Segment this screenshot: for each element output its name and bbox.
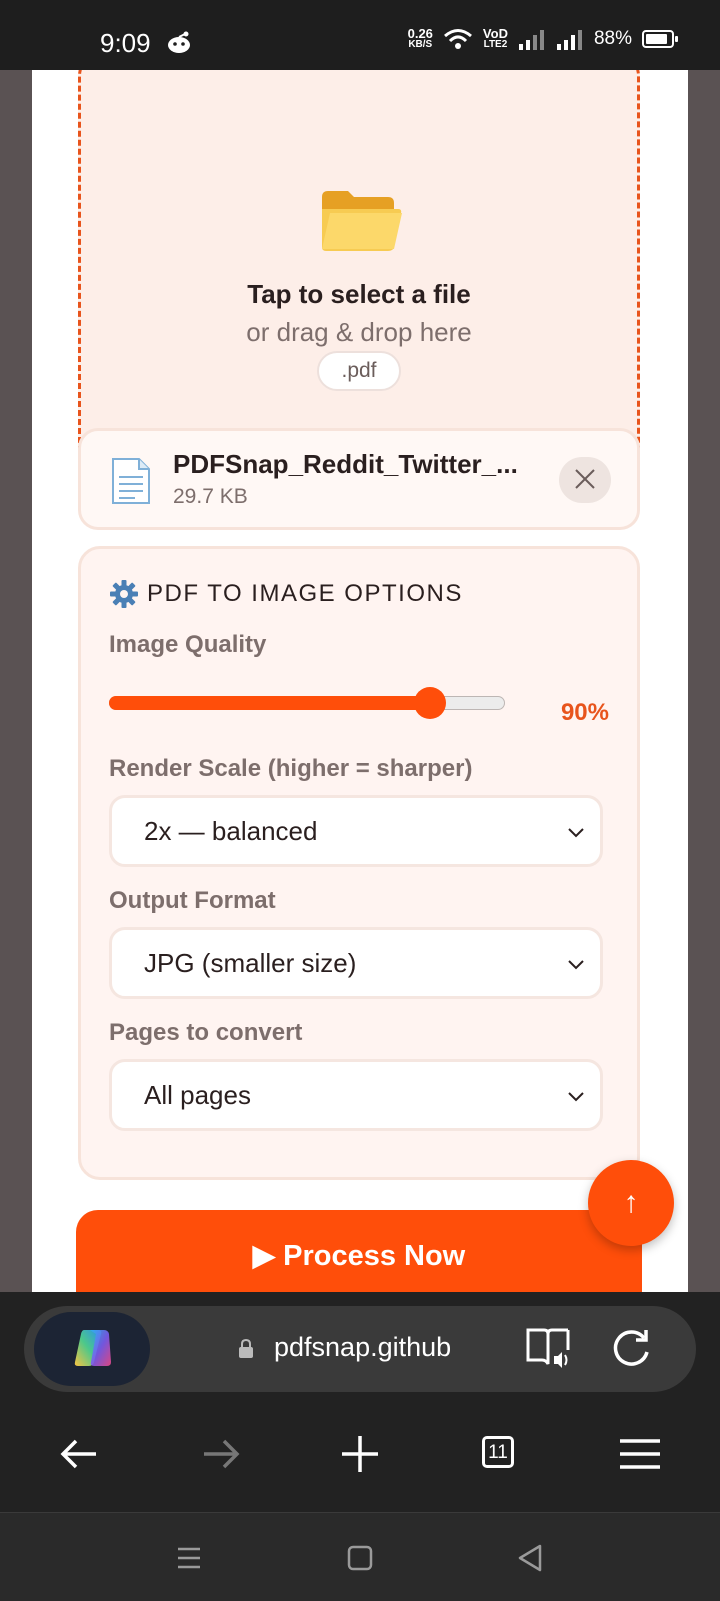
copilot-button[interactable] xyxy=(34,1312,150,1386)
signal-icon-1 xyxy=(518,30,544,50)
triangle-back-icon xyxy=(518,1544,542,1572)
battery-icon xyxy=(642,30,678,48)
home-button[interactable] xyxy=(343,1541,377,1575)
chevron-down-icon xyxy=(568,828,584,838)
refresh-button[interactable] xyxy=(608,1326,654,1372)
image-quality-value: 90% xyxy=(560,699,609,726)
render-scale-label: Render Scale (higher = sharper) xyxy=(109,755,473,782)
output-format-label: Output Format xyxy=(109,887,276,914)
process-now-label: ▶ Process Now xyxy=(252,1240,466,1272)
file-size: 29.7 KB xyxy=(173,485,248,508)
close-icon xyxy=(575,468,595,489)
new-tab-button[interactable] xyxy=(330,1426,390,1482)
hamburger-menu-icon xyxy=(620,1439,660,1469)
web-page: Tap to select a file or drag & drop here… xyxy=(32,70,688,1292)
address-bar[interactable]: pdfsnap.github xyxy=(24,1306,696,1392)
selected-file-card: PDFSnap_Reddit_Twitter_... 29.7 KB xyxy=(78,428,640,530)
plus-icon xyxy=(342,1436,378,1472)
image-quality-slider[interactable] xyxy=(109,687,505,719)
wifi-icon xyxy=(443,29,472,49)
file-dropzone[interactable]: Tap to select a file or drag & drop here… xyxy=(78,70,640,478)
read-aloud-button[interactable] xyxy=(524,1326,572,1372)
output-format-select[interactable]: JPG (smaller size) xyxy=(109,927,603,999)
battery-percent: 88% xyxy=(593,28,632,49)
process-now-button[interactable]: ▶ Process Now xyxy=(76,1210,642,1292)
chevron-down-icon xyxy=(568,960,584,970)
status-bar: 9:09 0.26 KB/S VoD LTE2 88% xyxy=(0,0,720,70)
options-card: PDF TO IMAGE OPTIONS Image Quality 90% R… xyxy=(78,546,640,1180)
recent-apps-icon xyxy=(178,1547,200,1569)
gear-icon xyxy=(110,580,138,608)
pages-select[interactable]: All pages xyxy=(109,1059,603,1131)
system-back-button[interactable] xyxy=(514,1541,548,1575)
reddit-notification-icon xyxy=(168,31,190,53)
signal-icon-2 xyxy=(556,30,582,50)
folder-icon xyxy=(322,191,402,251)
home-icon xyxy=(347,1545,373,1571)
refresh-icon xyxy=(613,1330,649,1366)
forward-button[interactable] xyxy=(190,1426,250,1482)
browser-nav-row: 11 xyxy=(0,1404,720,1504)
remove-file-button[interactable] xyxy=(559,457,611,503)
recent-apps-button[interactable] xyxy=(172,1541,206,1575)
read-aloud-icon xyxy=(526,1328,570,1368)
forward-arrow-icon xyxy=(204,1439,240,1469)
status-time: 9:09 xyxy=(100,28,151,58)
accepted-type-badge: .pdf xyxy=(317,351,401,391)
dropzone-subtitle: or drag & drop here xyxy=(246,317,472,347)
scroll-to-top-button[interactable]: ↑ xyxy=(588,1160,674,1246)
pages-value: All pages xyxy=(144,1080,251,1110)
status-indicators: 0.26 KB/S VoD LTE2 88% xyxy=(407,26,678,50)
copilot-icon xyxy=(74,1329,111,1366)
pages-label: Pages to convert xyxy=(109,1019,303,1046)
render-scale-select[interactable]: 2x — balanced xyxy=(109,795,603,867)
tabs-button[interactable]: 11 xyxy=(470,1426,530,1482)
render-scale-value: 2x — balanced xyxy=(144,816,318,846)
lock-icon xyxy=(239,1338,253,1358)
options-title: PDF TO IMAGE OPTIONS xyxy=(147,580,463,607)
dropzone-title: Tap to select a file xyxy=(247,279,471,309)
tab-count: 11 xyxy=(482,1436,514,1468)
volte-label-bottom: LTE2 xyxy=(483,39,508,50)
volte-label: VoD LTE2 xyxy=(482,26,508,50)
volte-label-top: VoD xyxy=(482,26,508,41)
back-button[interactable] xyxy=(50,1426,110,1482)
chevron-down-icon xyxy=(568,1092,584,1102)
output-format-value: JPG (smaller size) xyxy=(144,948,357,978)
back-arrow-icon xyxy=(60,1439,96,1469)
slider-thumb[interactable] xyxy=(414,687,446,719)
file-name: PDFSnap_Reddit_Twitter_... xyxy=(173,449,518,479)
url-text[interactable]: pdfsnap.github xyxy=(274,1332,460,1363)
menu-button[interactable] xyxy=(610,1426,670,1482)
slider-fill xyxy=(109,696,430,710)
battery-fill xyxy=(646,34,667,44)
net-speed-value: 0.26 xyxy=(407,26,433,41)
browser-toolbar: pdfsnap.github 11 xyxy=(0,1292,720,1512)
image-quality-label: Image Quality xyxy=(109,631,267,658)
document-icon xyxy=(112,458,150,504)
system-navigation-bar xyxy=(0,1512,720,1601)
options-header: PDF TO IMAGE OPTIONS xyxy=(109,579,463,609)
net-speed-unit: KB/S xyxy=(408,39,433,50)
net-speed: 0.26 KB/S xyxy=(407,26,433,50)
